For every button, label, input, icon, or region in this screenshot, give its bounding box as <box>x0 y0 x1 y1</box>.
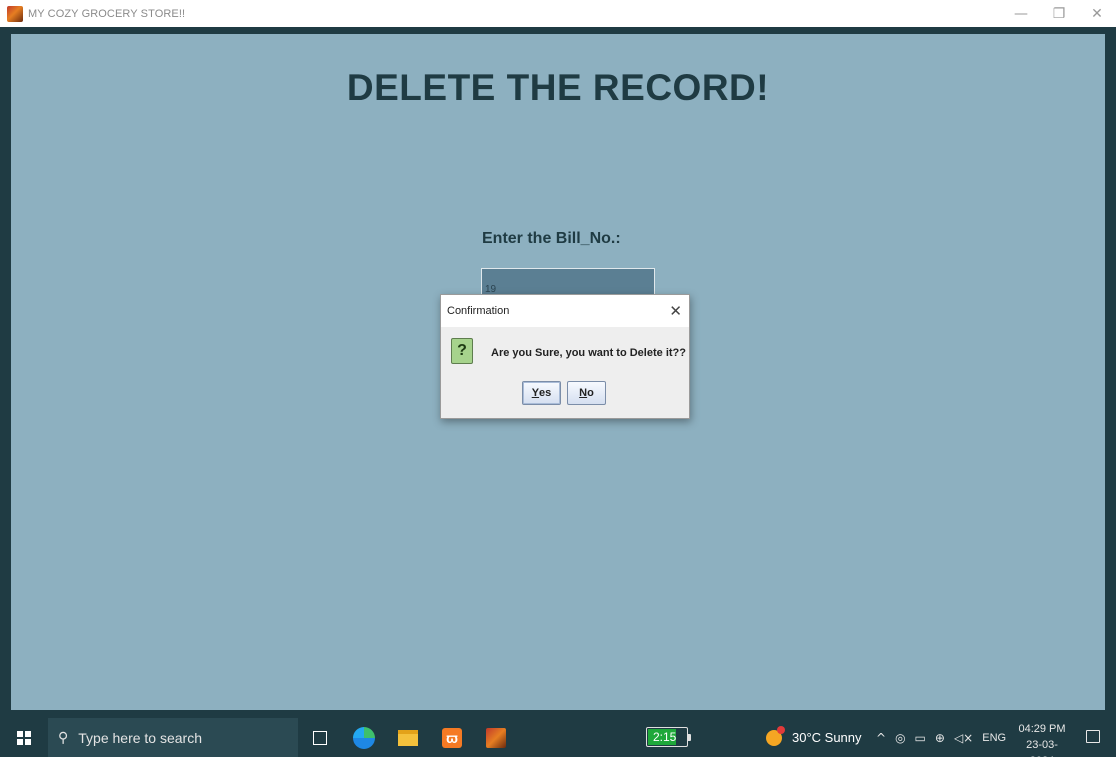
notification-center-icon[interactable] <box>1086 730 1100 743</box>
start-button[interactable] <box>0 718 48 757</box>
window-controls: — ❐ ✕ <box>1002 0 1116 27</box>
meet-now-icon[interactable]: ◎ <box>895 731 905 745</box>
minimize-button[interactable]: — <box>1002 0 1040 27</box>
battery-indicator[interactable]: 2:15 <box>646 727 691 747</box>
clock-time: 04:29 PM <box>1018 723 1066 735</box>
grocery-app-taskbar-button[interactable] <box>474 718 518 757</box>
close-window-button[interactable]: ✕ <box>1078 0 1116 27</box>
xampp-icon: ϖ <box>442 727 462 748</box>
folder-icon <box>398 729 418 746</box>
tray-chevron-icon[interactable]: ^ <box>876 731 886 745</box>
battery-time: 2:15 <box>653 730 677 744</box>
dialog-close-icon[interactable]: ✕ <box>669 302 682 320</box>
task-view-button[interactable] <box>298 718 342 757</box>
search-placeholder: Type here to search <box>78 729 203 746</box>
edge-browser-button[interactable] <box>342 718 386 757</box>
confirmation-dialog: Confirmation ✕ ? Are you Sure, you want … <box>440 294 690 419</box>
sun-icon <box>766 725 785 746</box>
xampp-button[interactable]: ϖ <box>430 718 474 757</box>
notification-badge <box>777 725 785 734</box>
system-tray: ^ ◎ ▭ ⊕ ◁× ENG <box>876 718 1018 757</box>
window-title: MY COZY GROCERY STORE!! <box>28 7 186 20</box>
question-icon: ? <box>451 338 473 364</box>
clock-date: 23-03-2024 <box>1026 739 1058 757</box>
yes-label-rest: es <box>539 387 552 399</box>
taskbar-search-box[interactable]: ⚲ Type here to search <box>48 718 298 757</box>
language-indicator[interactable]: ENG <box>982 732 1006 744</box>
speaker-muted-icon[interactable]: ◁× <box>954 731 973 745</box>
bill-number-label: Enter the Bill_No.: <box>482 230 621 247</box>
edge-icon <box>353 726 375 749</box>
battery-icon[interactable]: ▭ <box>915 731 926 745</box>
task-view-icon <box>313 730 327 745</box>
no-label-rest: o <box>587 387 594 399</box>
network-globe-icon[interactable]: ⊕ <box>935 731 945 745</box>
restore-button[interactable]: ❐ <box>1040 0 1078 27</box>
page-heading: DELETE THE RECORD! <box>346 67 770 108</box>
search-icon: ⚲ <box>58 729 69 745</box>
windows-logo-icon <box>17 730 31 745</box>
dialog-message: Are you Sure, you want to Delete it?? <box>491 347 686 359</box>
weather-text: 30°C Sunny <box>792 730 862 745</box>
app-logo-icon <box>7 5 23 22</box>
no-mnemonic: N <box>579 387 588 399</box>
battery-nub <box>688 734 691 741</box>
clock[interactable]: 04:29 PM 23-03-2024 <box>1016 721 1068 757</box>
dialog-title: Confirmation <box>447 305 510 317</box>
file-explorer-button[interactable] <box>386 718 430 757</box>
screen: MY COZY GROCERY STORE!! — ❐ ✕ DELETE THE… <box>0 0 1116 757</box>
weather-widget[interactable]: 30°C Sunny <box>766 718 862 757</box>
window-titlebar: MY COZY GROCERY STORE!! — ❐ ✕ <box>0 0 1116 27</box>
no-button[interactable]: No <box>567 381 606 405</box>
yes-button[interactable]: Yes <box>522 381 561 405</box>
taskbar: ⚲ Type here to search ϖ 2:15 30°C Sunny <box>0 718 1116 757</box>
yes-mnemonic: Y <box>531 387 540 399</box>
grocery-app-icon <box>486 727 506 748</box>
dialog-titlebar: Confirmation ✕ <box>441 295 689 327</box>
